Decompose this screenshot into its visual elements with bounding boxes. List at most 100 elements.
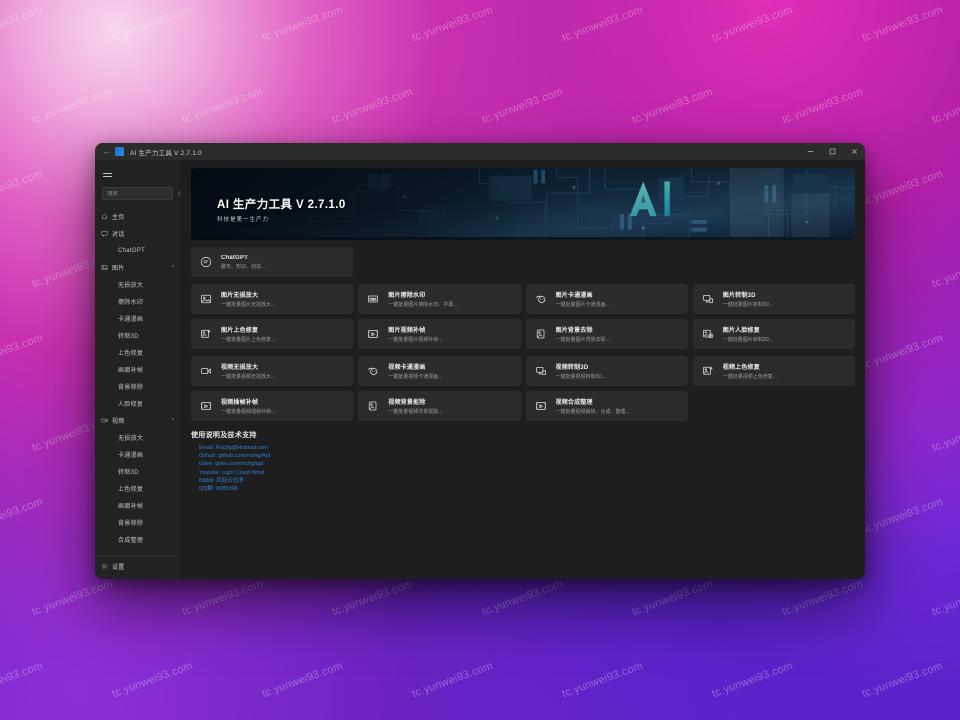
sidebar-item-6[interactable]: 卡通漫画 xyxy=(95,310,180,327)
chat-bubble-icon xyxy=(199,255,213,269)
card-title: 图片转制3D xyxy=(722,293,756,299)
card-chatgpt[interactable]: ChatGPT 聊天、知识、创造... xyxy=(191,247,354,277)
card-image-tool-7[interactable]: 图片人脸修复 一键批量图片转制3D... xyxy=(692,319,855,349)
sidebar-item-2[interactable]: ChatGPT xyxy=(95,242,180,259)
sidebar-item-7[interactable]: 转制3D xyxy=(95,327,180,344)
card-video-tool-1[interactable]: 视频卡通漫画 一键批量视频卡通漫画... xyxy=(358,356,521,386)
card-desc: 一键批量图片无损放大... xyxy=(221,302,276,308)
watermark-text: tc.yunwei93.com xyxy=(860,331,945,373)
card-image-tool-3[interactable]: 图片转制3D 一键批量图片转制3D... xyxy=(692,284,855,314)
chat-section: ChatGPT 聊天、知识、创造... xyxy=(191,247,855,277)
sidebar-item-16[interactable]: 上色修复 xyxy=(95,480,180,497)
close-button[interactable] xyxy=(843,143,865,160)
sidebar-item-label: 上色修复 xyxy=(118,487,144,493)
face-repair-icon xyxy=(701,327,715,341)
support-link[interactable]: QQ群: 6085398 xyxy=(191,485,855,493)
hero-banner: AI 生产力工具 V 2.7.1.0 科技是第一生产力 xyxy=(191,168,855,240)
monitor-3d-icon xyxy=(534,364,548,378)
image-icon xyxy=(199,292,213,306)
support-link[interactable]: Email: Rnchg@Hotmail.com xyxy=(191,444,855,452)
sidebar-item-label: 人脸修复 xyxy=(118,402,144,408)
search-box[interactable] xyxy=(102,187,184,200)
sidebar-item-14[interactable]: 卡通漫画 xyxy=(95,446,180,463)
watermark-text: tc.yunwei93.com xyxy=(860,659,945,701)
watermark-text: tc.yunwei93.com xyxy=(930,249,960,291)
sidebar-item-label: 擦除水印 xyxy=(118,300,144,306)
search-input[interactable] xyxy=(107,190,178,197)
app-logo-icon xyxy=(115,147,124,156)
sidebar-item-18[interactable]: 背景移除 xyxy=(95,514,180,531)
minimize-button[interactable] xyxy=(799,143,821,160)
sidebar-item-15[interactable]: 转制3D xyxy=(95,463,180,480)
card-desc: 一键批量图片转制3D... xyxy=(722,337,774,343)
hamburger-icon[interactable] xyxy=(103,167,121,183)
watermark-text: tc.yunwei93.com xyxy=(0,167,45,209)
sidebar-item-11[interactable]: 人脸修复 xyxy=(95,395,180,412)
sidebar-item-settings[interactable]: 设置 xyxy=(95,558,180,575)
watermark-text: tc.yunwei93.com xyxy=(710,3,795,45)
watermark-text: tc.yunwei93.com xyxy=(930,413,960,455)
sidebar-item-12[interactable]: 视频 ^ xyxy=(95,412,180,429)
sidebar-item-label: 上色修复 xyxy=(118,351,144,357)
card-video-tool-2[interactable]: 视频转制3D 一键批量视频转制3D... xyxy=(525,356,688,386)
sidebar-item-9[interactable]: 画面补帧 xyxy=(95,361,180,378)
sidebar-item-13[interactable]: 无损放大 xyxy=(95,429,180,446)
card-image-tool-4[interactable]: 图片上色修复一键批量图片上色修复... xyxy=(191,319,354,349)
watermark-text: tc.yunwei93.com xyxy=(110,3,195,45)
back-arrow-icon[interactable]: ← xyxy=(101,147,113,156)
support-link[interactable]: Bilibili: 风轻云也净 xyxy=(191,477,855,485)
maximize-button[interactable] xyxy=(821,143,843,160)
card-image-tool-0[interactable]: 图片无损放大 一键批量图片无损放大... xyxy=(191,284,354,314)
sidebar: 主页对话ChatGPT图片^无损放大擦除水印卡通漫画转制3D上色修复画面补帧背景… xyxy=(95,160,184,579)
sidebar-item-17[interactable]: 画面补帧 xyxy=(95,497,180,514)
sidebar-item-10[interactable]: 背景移除 xyxy=(95,378,180,395)
card-title: ChatGPT xyxy=(221,254,249,261)
card-desc: 一键批量图片上色修复... xyxy=(221,337,276,343)
card-image-tool-5[interactable]: 图片视频补帧 一键批量图片视频补帧... xyxy=(358,319,521,349)
sidebar-item-8[interactable]: 上色修复 xyxy=(95,344,180,361)
card-video-tool-4[interactable]: 视频插帧补帧 一键批量视频插帧补帧... xyxy=(191,391,354,421)
sidebar-item-0[interactable]: 主页 xyxy=(95,208,180,225)
sidebar-item-label: 无损放大 xyxy=(118,436,144,442)
card-image-tool-2[interactable]: 图片卡通漫画 一键批量图片卡通漫画... xyxy=(525,284,688,314)
sidebar-item-label: 转制3D xyxy=(118,470,139,476)
watermark-text: tc.yunwei93.com xyxy=(410,659,495,701)
sidebar-nav: 主页 对话 ChatGPT 图片 ^ 无损放大 擦除水印 卡通漫画 转制3D 上色修复 画面补帧 背景… xyxy=(95,206,180,555)
support-section: 使用说明及技术支持 Email: Rnchg@Hotmail.com Github… xyxy=(191,430,855,493)
chevron-up-icon[interactable]: ^ xyxy=(172,418,174,424)
chevron-up-icon[interactable]: ^ xyxy=(172,265,174,271)
card-video-tool-5[interactable]: 视频背景抠除 一键批量视频背景抠除... xyxy=(358,391,521,421)
image-cut-icon xyxy=(534,327,548,341)
card-desc: 一键批量视频卡通漫画... xyxy=(388,374,443,380)
watermark-text: tc.yunwei93.com xyxy=(180,577,265,619)
watermark-text: tc.yunwei93.com xyxy=(330,85,415,127)
watermark-text: tc.yunwei93.com xyxy=(260,659,345,701)
sidebar-item-19[interactable]: 合成整理 xyxy=(95,531,180,548)
support-link[interactable]: Github: github.com/rnchg/Apt xyxy=(191,452,855,460)
cartoon-face-icon xyxy=(366,364,380,378)
watermark-text: tc.yunwei93.com xyxy=(780,577,865,619)
card-image-tool-1[interactable]: 图片擦除水印 一键批量图片擦除水印、字幕... xyxy=(358,284,521,314)
card-video-tool-6[interactable]: 视频合成整理 一键批量视频解帧、合成、整理... xyxy=(525,391,688,421)
card-video-tool-3[interactable]: 视频上色修复 一键批量视频上色修复... xyxy=(692,356,855,386)
card-desc: 一键批量图片视频补帧... xyxy=(388,337,443,343)
card-image-tool-6[interactable]: 图片背景去除 一键批量图片背景去除... xyxy=(525,319,688,349)
sidebar-item-4[interactable]: 无损放大 xyxy=(95,276,180,293)
sidebar-item-label: ChatGPT xyxy=(118,247,146,254)
search-container xyxy=(95,187,184,206)
watermark-text: tc.yunwei93.com xyxy=(710,659,795,701)
app-window: ← AI 生产力工具 V 2.7.1.0 搜索 主页 对话 ChatGPT 图片… xyxy=(95,143,865,579)
support-link[interactable]: Gitee: gitee.com/rnchg/apt xyxy=(191,460,855,468)
sidebar-item-5[interactable]: 擦除水印 xyxy=(95,293,180,310)
card-desc: 一键批量图片背景去除... xyxy=(555,337,610,343)
monitor-3d-icon xyxy=(701,292,715,306)
card-video-tool-0[interactable]: 视频无损放大 一键批量视频无损放大... xyxy=(191,356,354,386)
card-title: 图片上色修复 xyxy=(221,328,259,334)
support-link[interactable]: Youtube: Light Cloud Wind xyxy=(191,469,855,477)
video-icon xyxy=(101,417,112,424)
image-plus-icon xyxy=(199,327,213,341)
sidebar-item-1[interactable]: 对话 xyxy=(95,225,180,242)
sidebar-item-3[interactable]: 图片 ^ xyxy=(95,259,180,276)
card-title: 图片擦除水印 xyxy=(388,293,426,299)
watermark-text: tc.yunwei93.com xyxy=(930,577,960,619)
